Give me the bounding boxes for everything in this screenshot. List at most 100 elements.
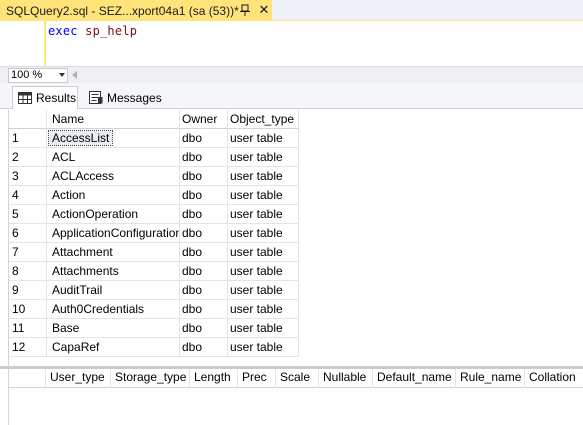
column-header-collation[interactable]: Collation [525,369,583,388]
table-row[interactable]: 4 Action dbo user table [9,186,299,205]
grid-icon [18,92,32,104]
cell-owner[interactable]: dbo [180,186,228,205]
zoom-select[interactable]: 100 % [8,68,68,83]
row-number[interactable]: 8 [9,262,47,281]
pin-icon[interactable] [239,4,251,17]
row-number[interactable]: 9 [9,281,47,300]
table-row[interactable]: 12 CapaRef dbo user table [9,338,299,357]
document-tab[interactable]: SQLQuery2.sql - SEZ...xport04a1 (sa (53)… [0,0,272,21]
messages-icon [89,91,103,104]
row-number[interactable]: 5 [9,205,47,224]
cell-name[interactable]: CapaRef [47,338,180,357]
cell-name-text: AccessList [47,130,114,146]
column-header-scale[interactable]: Scale [276,369,319,388]
table-row[interactable]: 5 ActionOperation dbo user table [9,205,299,224]
cell-object-type[interactable]: user table [228,205,299,224]
column-header-object-type[interactable]: Object_type [228,110,299,129]
row-number[interactable]: 6 [9,224,47,243]
cell-object-type[interactable]: user table [228,167,299,186]
cell-name[interactable]: Base [47,319,180,338]
cell-name[interactable]: ApplicationConfiguration [47,224,180,243]
code-identifier: sp_help [85,24,138,38]
cell-owner[interactable]: dbo [180,262,228,281]
table-row[interactable]: 2 ACL dbo user table [9,148,299,167]
cell-owner[interactable]: dbo [180,281,228,300]
change-marker-bar [44,21,46,66]
cell-name[interactable]: AccessList [47,129,180,148]
column-header-default-name[interactable]: Default_name [373,369,456,388]
column-header-rule-name[interactable]: Rule_name [456,369,525,388]
cell-owner[interactable]: dbo [180,148,228,167]
document-tab-bar: SQLQuery2.sql - SEZ...xport04a1 (sa (53)… [0,0,583,21]
tab-messages-label: Messages [107,90,162,105]
document-tab-title: SQLQuery2.sql - SEZ...xport04a1 (sa (53)… [6,3,239,18]
tab-messages[interactable]: Messages [84,86,162,109]
table-row[interactable]: 7 Attachment dbo user table [9,243,299,262]
column-header-length[interactable]: Length [190,369,238,388]
cell-owner[interactable]: dbo [180,338,228,357]
cell-object-type[interactable]: user table [228,243,299,262]
results-grid-objects[interactable]: Name Owner Object_type 1 AccessList dbo … [8,110,583,366]
row-number-header [9,110,47,129]
grid-header-row: Name Owner Object_type [9,110,299,129]
row-number[interactable]: 1 [9,129,47,148]
cell-name[interactable]: Attachment [47,243,180,262]
table-row[interactable]: 6 ApplicationConfiguration dbo user tabl… [9,224,299,243]
table-row[interactable]: 9 AuditTrail dbo user table [9,281,299,300]
cell-owner[interactable]: dbo [180,319,228,338]
zoom-bar: 100 % [0,66,583,83]
table-row[interactable]: 3 ACLAccess dbo user table [9,167,299,186]
code-line[interactable]: exec sp_help [48,24,137,38]
row-number[interactable]: 12 [9,338,47,357]
column-header-prec[interactable]: Prec [238,369,276,388]
cell-owner[interactable]: dbo [180,300,228,319]
cell-object-type[interactable]: user table [228,224,299,243]
table-row[interactable]: 10 Auth0Credentials dbo user table [9,300,299,319]
results-tab-strip: Results Messages [0,83,583,109]
cell-name[interactable]: ACL [47,148,180,167]
column-header-user-type[interactable]: User_type [46,369,111,388]
cell-object-type[interactable]: user table [228,319,299,338]
cell-object-type[interactable]: user table [228,338,299,357]
zoom-value: 100 % [11,69,43,81]
row-number[interactable]: 10 [9,300,47,319]
cell-name[interactable]: Action [47,186,180,205]
cell-owner[interactable]: dbo [180,129,228,148]
row-number[interactable]: 7 [9,243,47,262]
column-header-storage-type[interactable]: Storage_type [111,369,190,388]
cell-owner[interactable]: dbo [180,224,228,243]
cell-owner[interactable]: dbo [180,243,228,262]
cell-name[interactable]: Auth0Credentials [47,300,180,319]
row-number[interactable]: 3 [9,167,47,186]
cell-owner[interactable]: dbo [180,205,228,224]
table-row[interactable]: 8 Attachments dbo user table [9,262,299,281]
column-header-name[interactable]: Name [47,110,180,129]
code-keyword: exec [48,24,78,38]
row-number[interactable]: 4 [9,186,47,205]
tab-results-label: Results [36,91,77,105]
cell-name[interactable]: ActionOperation [47,205,180,224]
row-number[interactable]: 2 [9,148,47,167]
cell-object-type[interactable]: user table [228,148,299,167]
results-grid-columns[interactable]: User_type Storage_type Length Prec Scale… [8,369,583,425]
table-row[interactable]: 11 Base dbo user table [9,319,299,338]
row-number[interactable]: 11 [9,319,47,338]
cell-object-type[interactable]: user table [228,186,299,205]
cell-object-type[interactable]: user table [228,281,299,300]
row-number-header [9,369,46,388]
cell-object-type[interactable]: user table [228,129,299,148]
cell-object-type[interactable]: user table [228,300,299,319]
cell-owner[interactable]: dbo [180,167,228,186]
cell-name[interactable]: AuditTrail [47,281,180,300]
close-icon[interactable]: ✕ [257,1,271,19]
cell-name[interactable]: Attachments [47,262,180,281]
column-header-owner[interactable]: Owner [180,110,228,129]
scroll-left-icon[interactable] [72,71,77,79]
table-row[interactable]: 1 AccessList dbo user table [9,129,299,148]
tab-results[interactable]: Results [12,86,78,109]
column-header-nullable[interactable]: Nullable [319,369,373,388]
cell-name[interactable]: ACLAccess [47,167,180,186]
cell-object-type[interactable]: user table [228,262,299,281]
chevron-down-icon[interactable] [59,73,65,77]
query-editor[interactable]: exec sp_help [0,21,583,66]
